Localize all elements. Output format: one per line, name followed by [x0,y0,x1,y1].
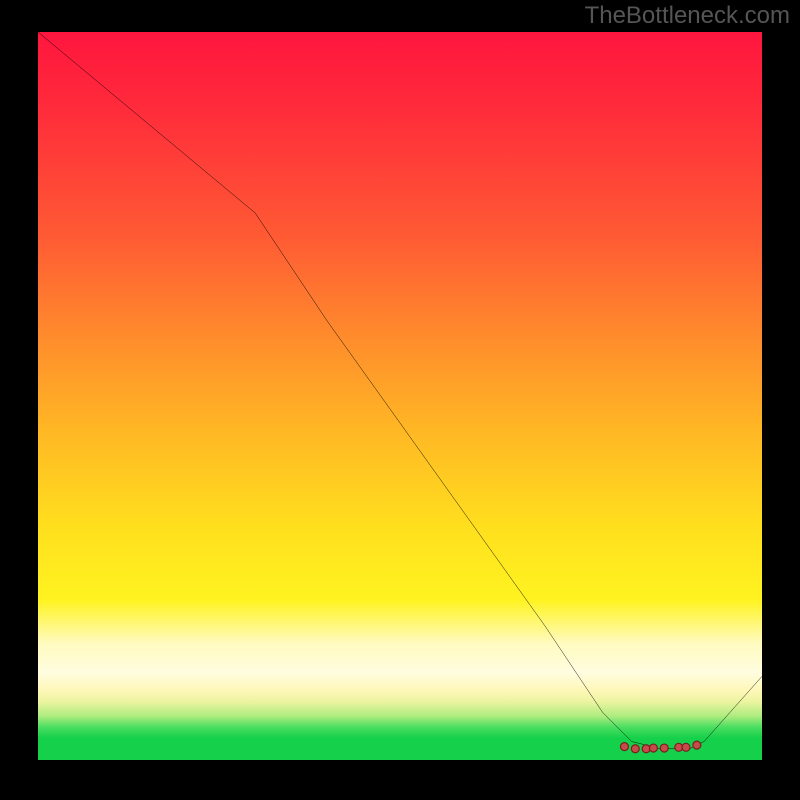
curve-line [38,32,762,749]
marker-group [620,741,700,753]
chart-container: TheBottleneck.com [0,0,800,800]
chart-svg [38,32,762,756]
curve-marker [620,743,628,751]
curve-marker [649,744,657,752]
curve-marker [631,745,639,753]
curve-marker [682,743,690,751]
watermark-text: TheBottleneck.com [585,2,790,30]
plot-area [38,32,762,760]
curve-marker [660,744,668,752]
curve-marker [693,741,701,749]
